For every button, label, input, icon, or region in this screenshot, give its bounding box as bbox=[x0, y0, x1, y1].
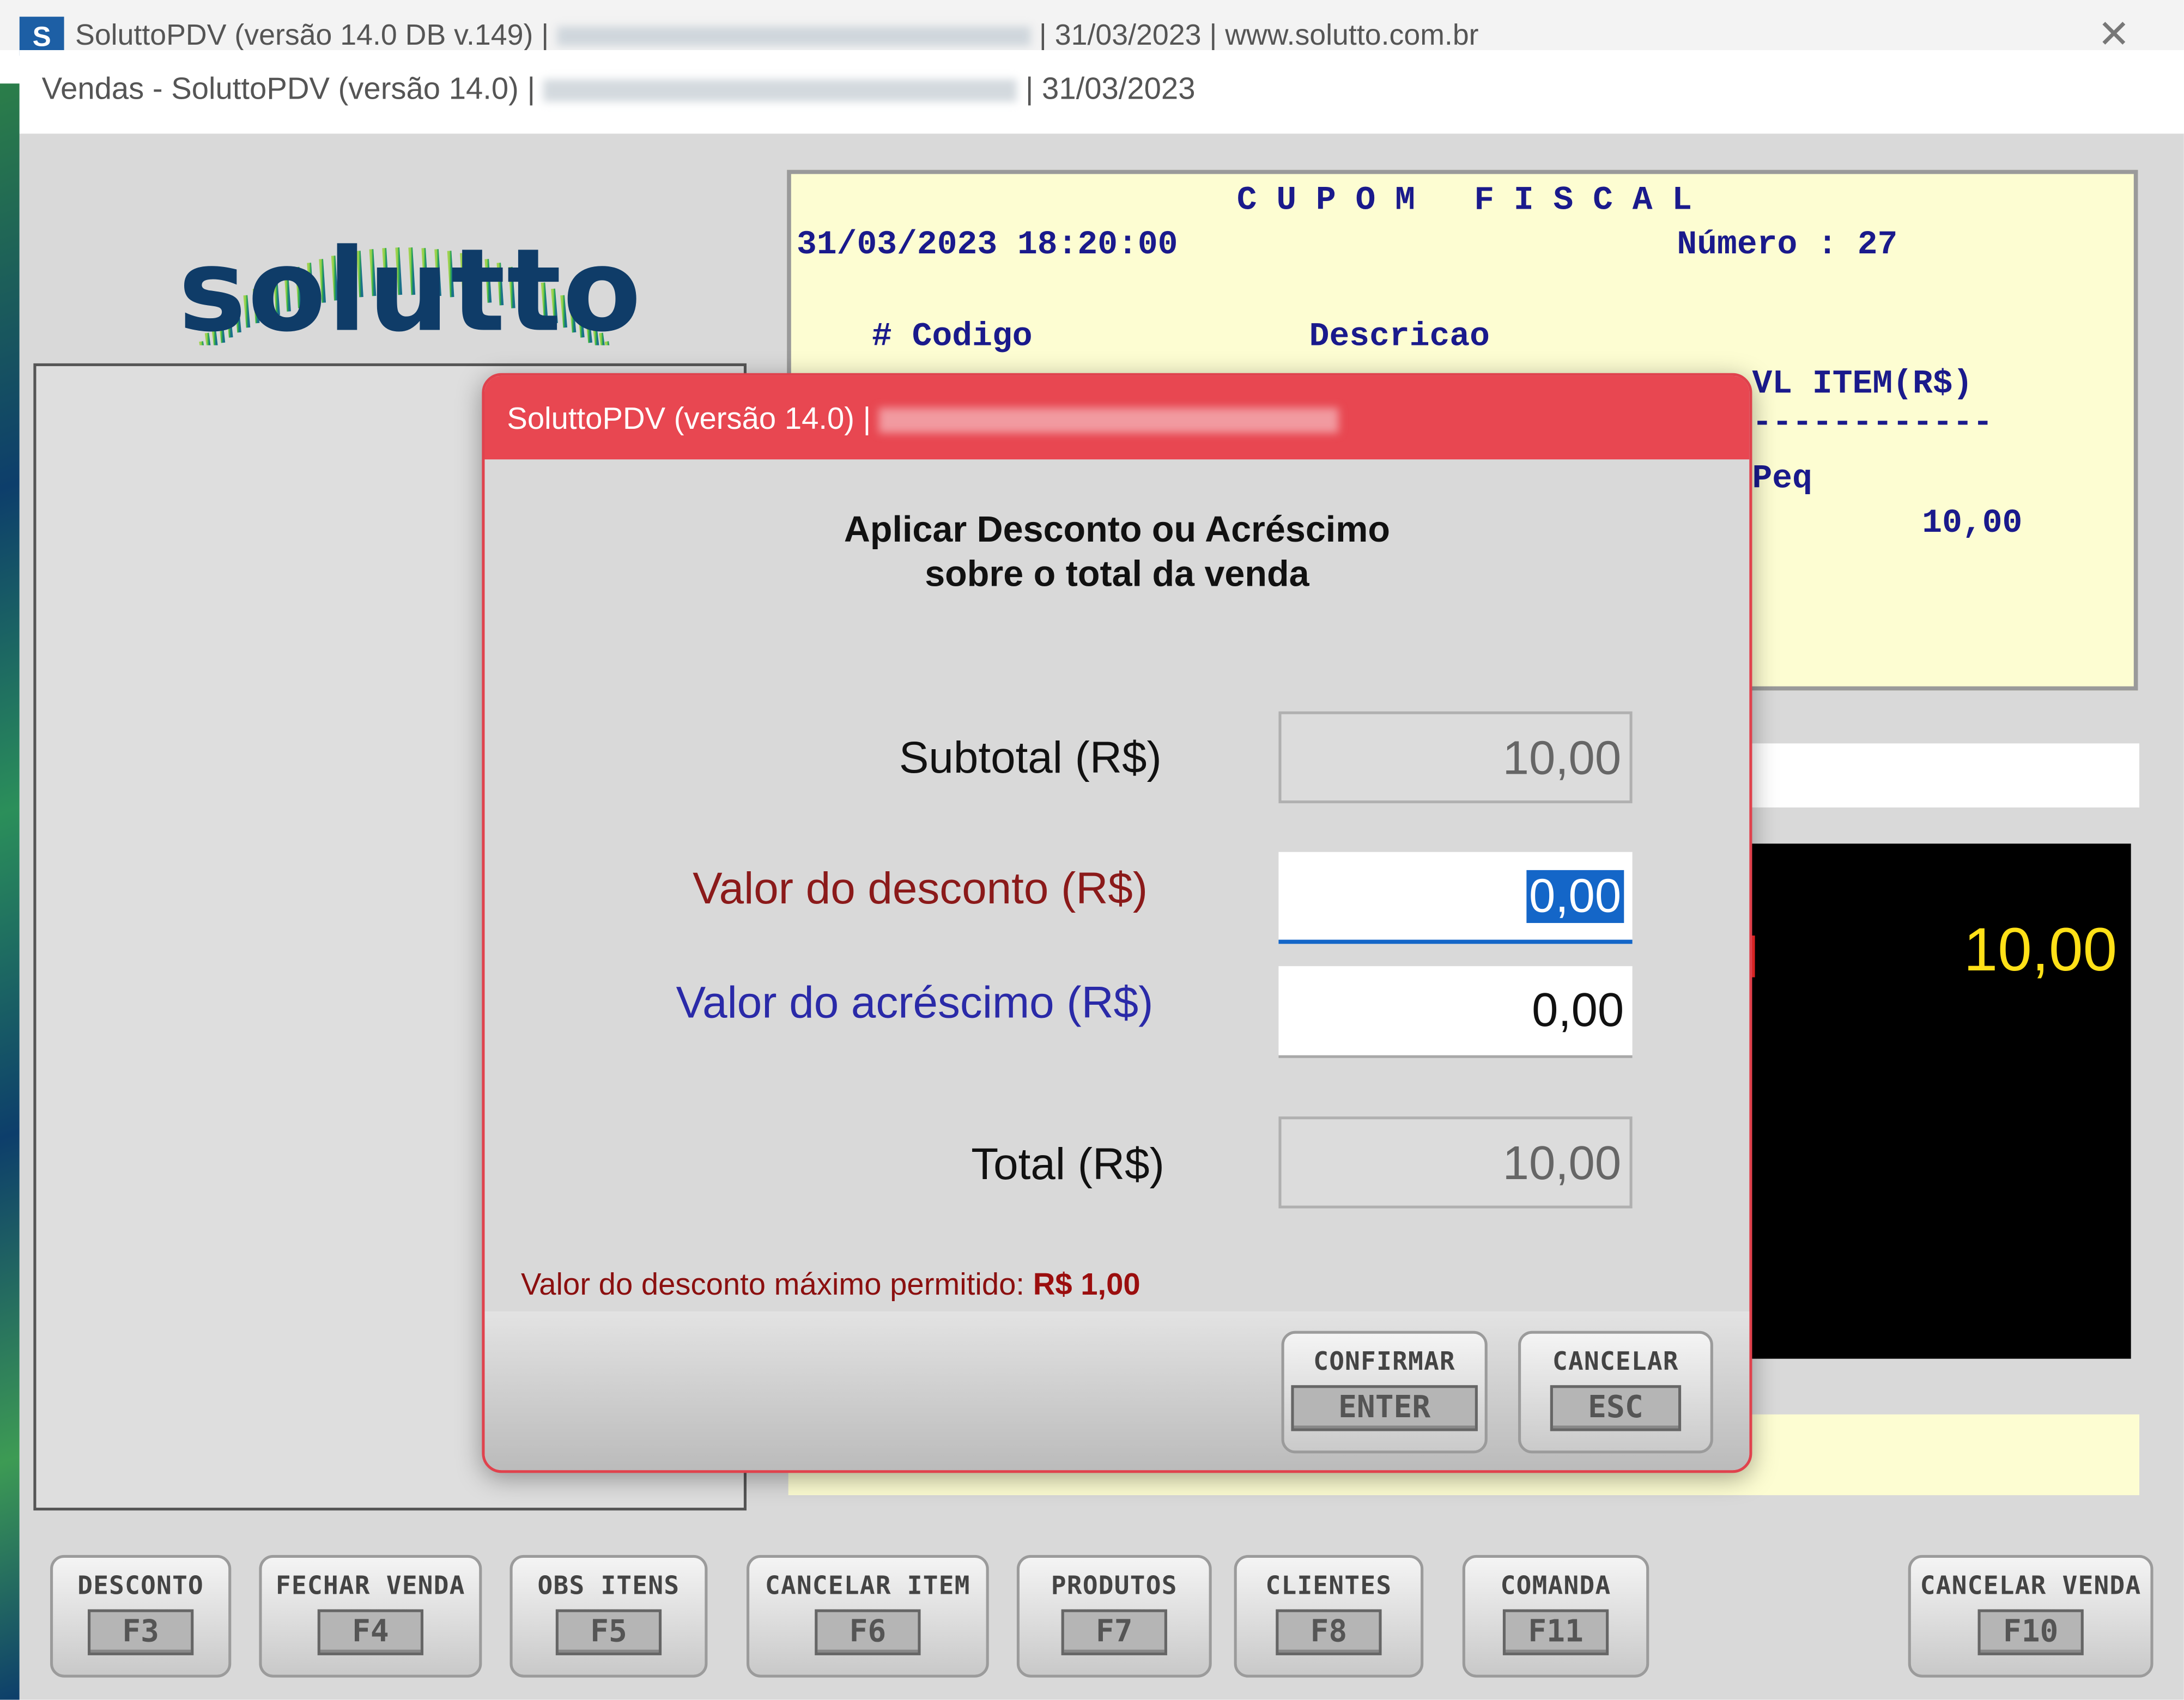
fkey-close-sale-button[interactable]: FECHAR VENDA F4 bbox=[259, 1555, 482, 1678]
fkey-label: CLIENTES bbox=[1265, 1571, 1392, 1601]
discount-dialog: SoluttoPDV (versão 14.0) | Aplicar Desco… bbox=[482, 373, 1752, 1473]
dialog-title-text: SoluttoPDV (versão 14.0) | bbox=[507, 400, 871, 436]
fkey-key-badge: F5 bbox=[555, 1609, 662, 1655]
inner-window-title: Vendas - SoluttoPDV (versão 14.0) | | 31/… bbox=[42, 71, 1196, 107]
confirm-key-badge: ENTER bbox=[1291, 1385, 1478, 1431]
outer-window-title: SoluttoPDV (versão 14.0 DB v.149) | | 31/… bbox=[75, 20, 1479, 53]
receipt-title: CUPOM FISCAL bbox=[1236, 182, 1712, 220]
fkey-products-button[interactable]: PRODUTOS F7 bbox=[1016, 1555, 1212, 1678]
display-total-value: 10,00 bbox=[1963, 916, 2118, 985]
app-stage: S SoluttoPDV (versão 14.0 DB v.149) | | 3… bbox=[0, 0, 2184, 1700]
dialog-heading-line1: Aplicar Desconto ou Acréscimo bbox=[844, 508, 1390, 550]
max-discount-value: R$ 1,00 bbox=[1033, 1267, 1140, 1302]
fkey-cancel-item-button[interactable]: CANCELAR ITEM F6 bbox=[747, 1555, 989, 1678]
fkey-key-badge: F10 bbox=[1977, 1609, 2084, 1655]
surcharge-input[interactable]: 0,00 bbox=[1278, 966, 1633, 1058]
receipt-col-code: # Codigo bbox=[872, 319, 1033, 357]
receipt-item-value: 10,00 bbox=[1922, 505, 2023, 543]
dialog-title: SoluttoPDV (versão 14.0) | bbox=[507, 401, 1339, 437]
fkey-label: CANCELAR VENDA bbox=[1920, 1571, 2141, 1601]
dialog-heading: Aplicar Desconto ou Acréscimo sobre o to… bbox=[484, 507, 1749, 596]
redacted-user-info bbox=[543, 80, 1017, 102]
fkey-order-ticket-button[interactable]: COMANDA F11 bbox=[1462, 1555, 1649, 1678]
total-label: Total (R$) bbox=[971, 1138, 1164, 1189]
outer-title-suffix: | 31/03/2023 | www.solutto.com.br bbox=[1039, 19, 1479, 52]
confirm-button[interactable]: CONFIRMAR ENTER bbox=[1281, 1331, 1488, 1454]
confirm-button-label: CONFIRMAR bbox=[1313, 1347, 1456, 1377]
dialog-title-bar: SoluttoPDV (versão 14.0) | bbox=[484, 375, 1750, 460]
outer-title-bar: S SoluttoPDV (versão 14.0 DB v.149) | | 3… bbox=[0, 0, 2184, 56]
fkey-cancel-sale-button[interactable]: CANCELAR VENDA F10 bbox=[1908, 1555, 2153, 1678]
fkey-label: COMANDA bbox=[1500, 1571, 1611, 1601]
max-discount-note: Valor do desconto máximo permitido: R$ 1… bbox=[521, 1267, 1140, 1303]
inner-title-bar: Vendas - SoluttoPDV (versão 14.0) | | 31/… bbox=[19, 50, 2184, 134]
receipt-col-desc: Descricao bbox=[1309, 319, 1490, 357]
receipt-col-value: VL ITEM(R$) bbox=[1752, 366, 1973, 404]
discount-input[interactable]: 0,00 bbox=[1278, 852, 1633, 944]
redacted-user-info bbox=[557, 27, 1031, 47]
inner-title-suffix: | 31/03/2023 bbox=[1025, 71, 1196, 106]
subtotal-field: 10,00 bbox=[1278, 711, 1633, 804]
receipt-datetime: 31/03/2023 18:20:00 bbox=[797, 227, 1178, 265]
fkey-label: FECHAR VENDA bbox=[276, 1571, 465, 1601]
fkey-label: CANCELAR ITEM bbox=[765, 1571, 970, 1601]
window-edge-stripe bbox=[0, 83, 20, 1700]
inner-title-prefix: Vendas - SoluttoPDV (versão 14.0) | bbox=[41, 71, 536, 106]
fkey-key-badge: F3 bbox=[88, 1609, 194, 1655]
fkey-key-badge: F4 bbox=[317, 1609, 424, 1655]
discount-label: Valor do desconto (R$) bbox=[693, 863, 1148, 914]
cancel-key-badge: ESC bbox=[1550, 1385, 1682, 1431]
fkey-label: DESCONTO bbox=[77, 1571, 204, 1601]
outer-title-prefix: SoluttoPDV (versão 14.0 DB v.149) | bbox=[75, 19, 549, 52]
fkey-label: PRODUTOS bbox=[1051, 1571, 1178, 1601]
fkey-discount-button[interactable]: DESCONTO F3 bbox=[50, 1555, 232, 1678]
solutto-logo-text: solutto bbox=[178, 225, 643, 358]
max-discount-label: Valor do desconto máximo permitido: bbox=[520, 1267, 1025, 1302]
redacted-user-info bbox=[879, 408, 1339, 434]
dialog-heading-line2: sobre o total da venda bbox=[925, 552, 1309, 594]
surcharge-label: Valor do acréscimo (R$) bbox=[676, 977, 1154, 1028]
fkey-label: OBS ITENS bbox=[537, 1571, 680, 1601]
fkey-key-badge: F6 bbox=[815, 1609, 921, 1655]
discount-value: 0,00 bbox=[1526, 870, 1624, 923]
fkey-key-badge: F11 bbox=[1502, 1609, 1609, 1655]
fkey-key-badge: F7 bbox=[1061, 1609, 1167, 1655]
fkey-customers-button[interactable]: CLIENTES F8 bbox=[1234, 1555, 1424, 1678]
receipt-separator: ------------ bbox=[1752, 405, 1993, 443]
subtotal-label: Subtotal (R$) bbox=[899, 732, 1162, 782]
receipt-item-desc: Peq bbox=[1752, 460, 1812, 499]
fkey-key-badge: F8 bbox=[1276, 1609, 1382, 1655]
product-search-strip[interactable] bbox=[1744, 743, 2140, 807]
fkey-item-notes-button[interactable]: OBS ITENS F5 bbox=[509, 1555, 708, 1678]
cancel-button-label: CANCELAR bbox=[1552, 1347, 1679, 1377]
cancel-button[interactable]: CANCELAR ESC bbox=[1518, 1331, 1713, 1454]
receipt-number: Número : 27 bbox=[1677, 227, 1898, 265]
total-field: 10,00 bbox=[1278, 1116, 1633, 1209]
